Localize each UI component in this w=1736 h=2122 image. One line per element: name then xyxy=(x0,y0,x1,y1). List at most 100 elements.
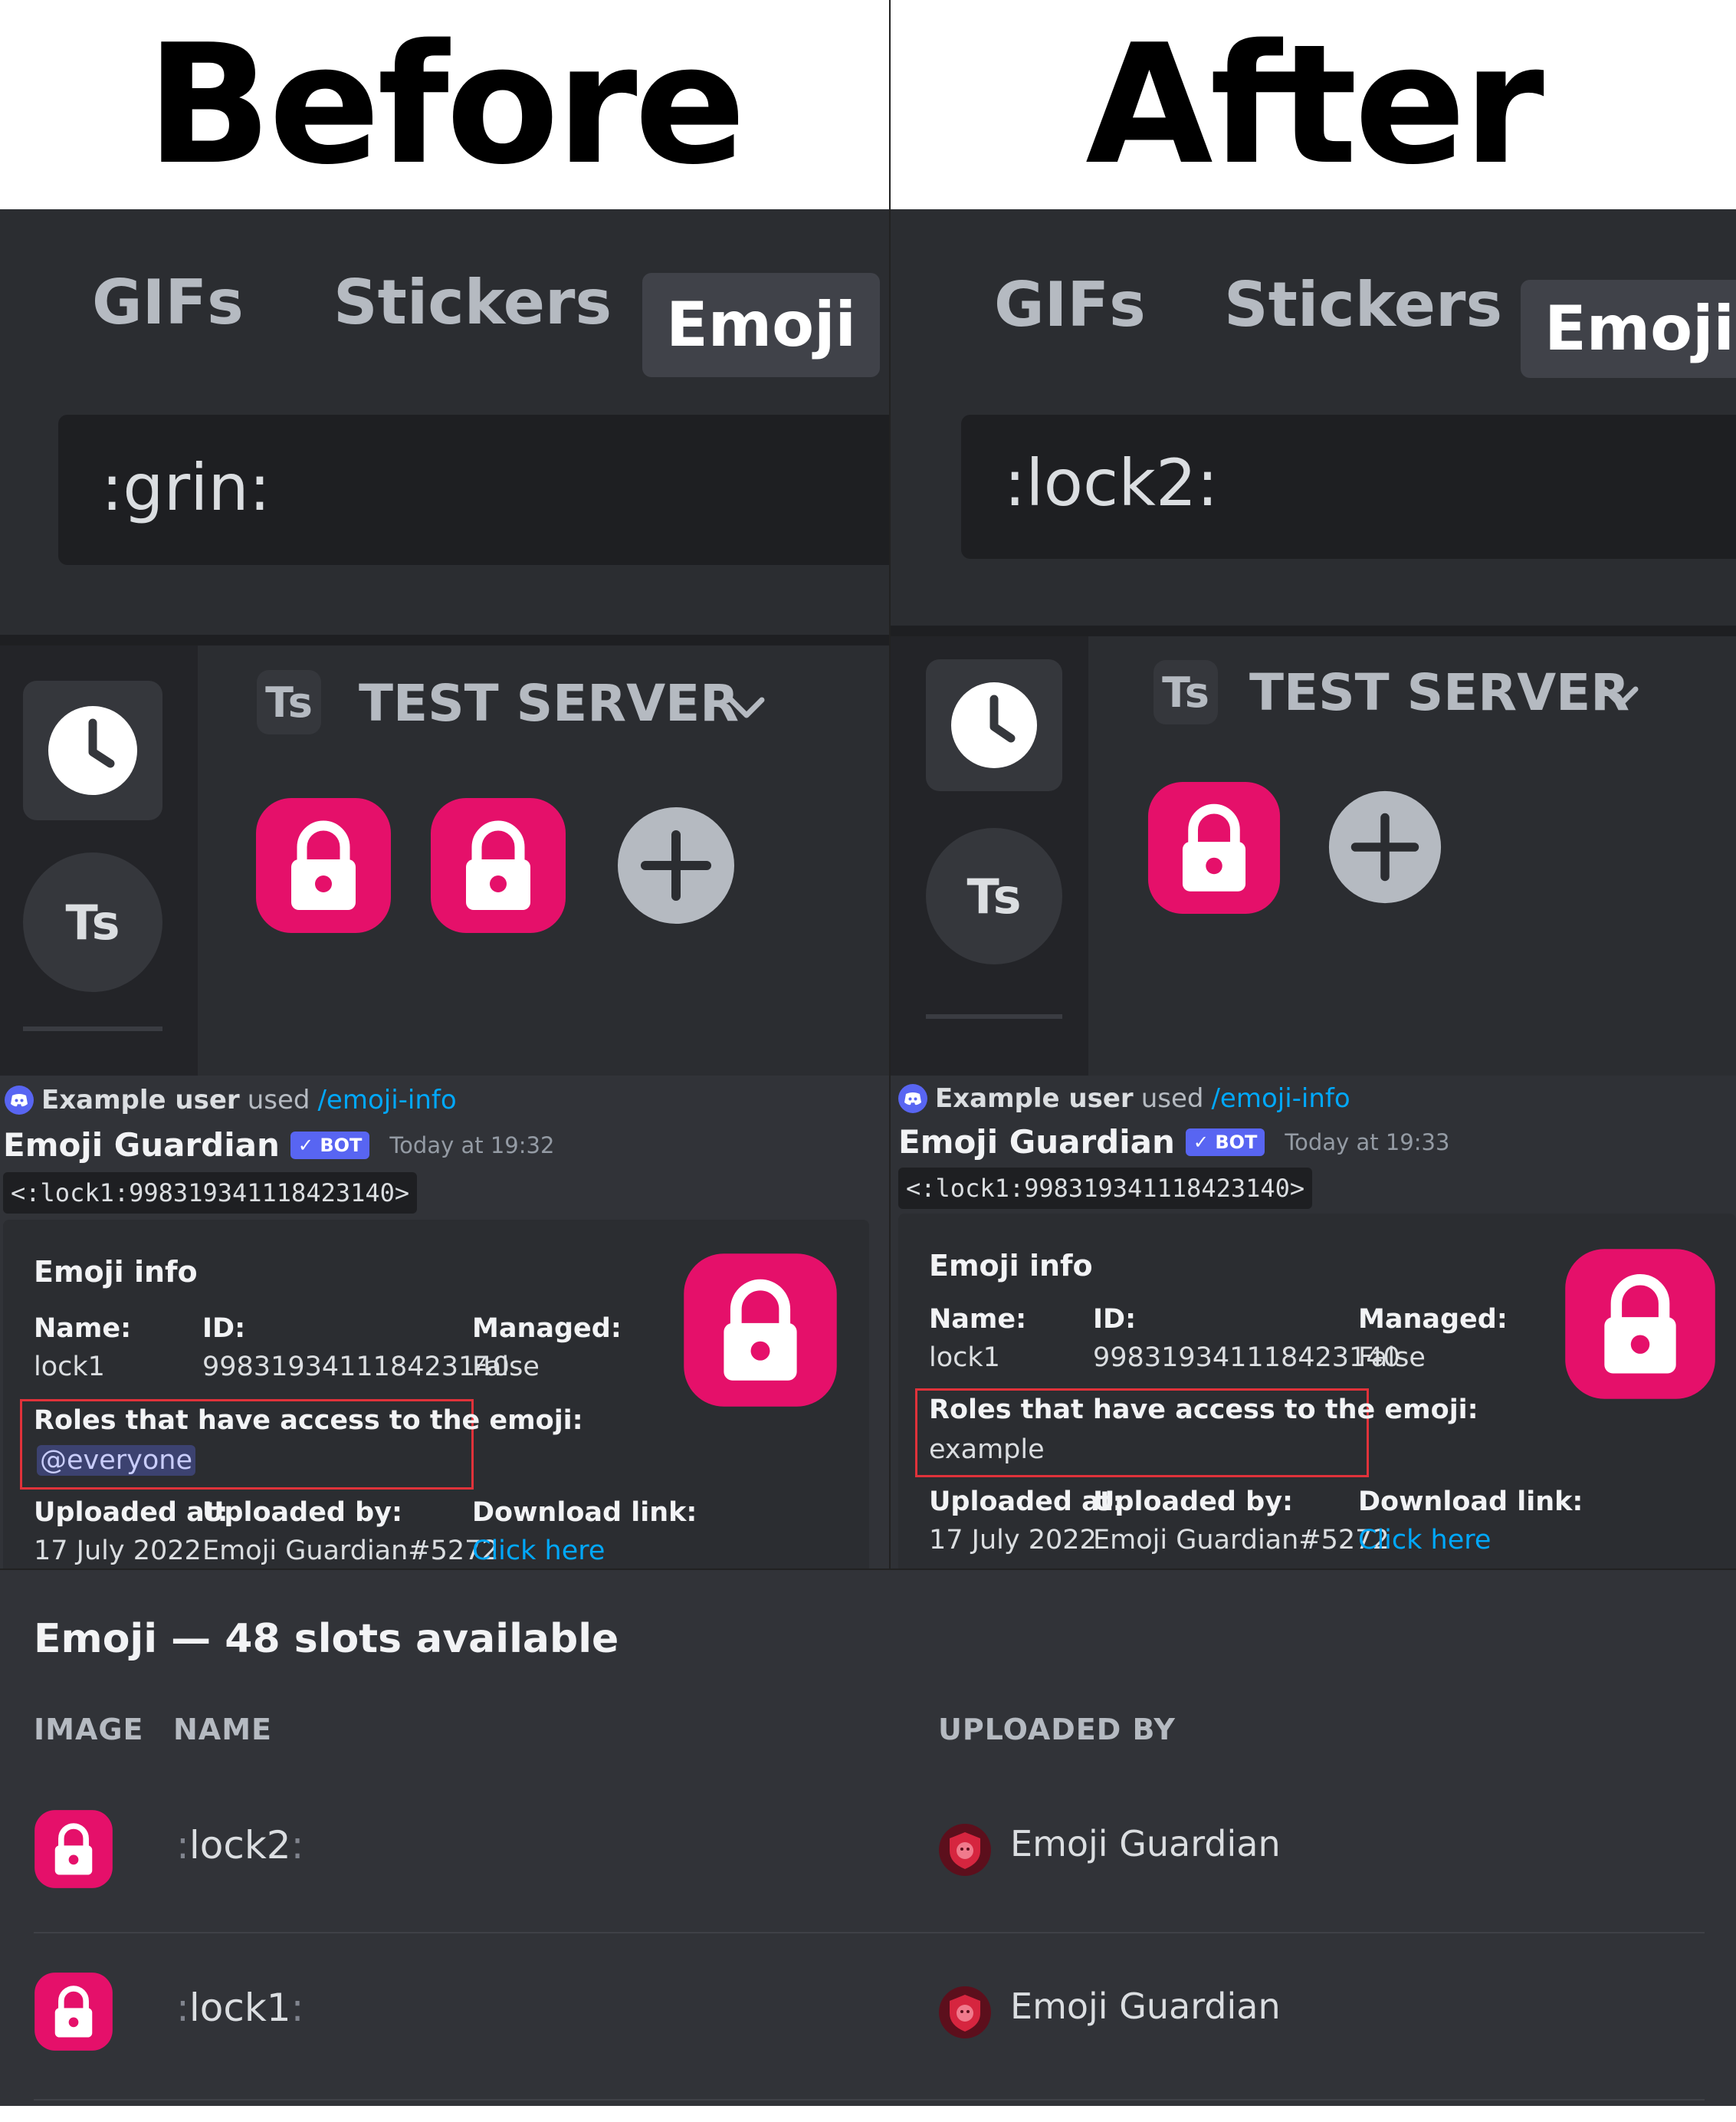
tab-stickers[interactable]: Stickers xyxy=(1224,274,1502,336)
recent-button[interactable] xyxy=(23,681,162,820)
uploaded-at-value: 17 July 2022 xyxy=(34,1536,202,1566)
search-value: :lock2: xyxy=(1004,445,1219,521)
bot-message-after: Example user used /emoji-info Emoji Guar… xyxy=(891,1076,1736,1569)
id-value: 998319341118423140 xyxy=(1093,1342,1400,1373)
lock-emoji-icon[interactable] xyxy=(429,797,567,935)
id-label: ID: xyxy=(202,1313,246,1344)
clock-icon xyxy=(951,682,1037,768)
author-line: Emoji Guardian ✓ BOT Today at 19:33 xyxy=(898,1123,1449,1161)
roles-label: Roles that have access to the emoji: xyxy=(34,1405,583,1436)
download-label: Download link: xyxy=(472,1497,697,1528)
category-rail: Ts xyxy=(0,645,198,1076)
uploaded-at-label: Uploaded at: xyxy=(34,1497,228,1528)
timestamp: Today at 19:33 xyxy=(1285,1128,1450,1155)
used-text: used xyxy=(247,1085,310,1115)
server-icon-ts[interactable]: Ts xyxy=(23,852,162,992)
command-name[interactable]: /emoji-info xyxy=(1211,1083,1350,1114)
tab-gifs[interactable]: GIFs xyxy=(92,272,244,333)
managed-value: False xyxy=(1358,1342,1426,1373)
row-divider xyxy=(34,1932,1705,1933)
vertical-divider xyxy=(889,0,891,1569)
bot-tag: ✓ BOT xyxy=(290,1131,370,1159)
bot-tag: ✓ BOT xyxy=(1185,1128,1265,1156)
lock-emoji-icon xyxy=(34,1973,113,2051)
bot-message-before: Example user used /emoji-info Emoji Guar… xyxy=(0,1076,889,1569)
search-value: :grin: xyxy=(101,450,271,525)
lock-emoji-icon xyxy=(34,1810,113,1888)
command-user[interactable]: Example user xyxy=(935,1083,1134,1114)
embed-title: Emoji info xyxy=(34,1255,198,1289)
heading-before: Before xyxy=(146,8,747,201)
tab-emoji[interactable]: Emoji xyxy=(642,273,880,377)
discord-icon xyxy=(5,1086,34,1115)
author-name[interactable]: Emoji Guardian xyxy=(3,1126,280,1164)
avatar-icon xyxy=(939,1986,991,2038)
rail-divider xyxy=(23,1027,162,1031)
server-badge: Ts xyxy=(1154,660,1218,724)
search-input[interactable]: :lock2: xyxy=(961,415,1736,559)
managed-value: False xyxy=(472,1352,540,1382)
emoji-info-embed: Emoji info Name: lock1 ID: 9983193411184… xyxy=(3,1220,869,1569)
emoji-name[interactable]: :lock1: xyxy=(176,1986,304,2030)
emoji-list-title: Emoji — 48 slots available xyxy=(34,1616,619,1662)
uploader-name: Emoji Guardian xyxy=(1010,1986,1281,2027)
tab-stickers[interactable]: Stickers xyxy=(333,272,612,333)
name-label: Name: xyxy=(34,1313,132,1344)
command-user[interactable]: Example user xyxy=(41,1085,240,1115)
managed-label: Managed: xyxy=(472,1313,622,1344)
chevron-down-icon[interactable] xyxy=(725,692,768,723)
column-header-name: NAME xyxy=(173,1713,272,1746)
divider xyxy=(891,626,1736,636)
name-value: lock1 xyxy=(34,1352,105,1382)
role-mention[interactable]: @everyone xyxy=(37,1445,196,1476)
emoji-picker-before: GIFs Stickers Emoji :grin: Ts Ts TEST SE… xyxy=(0,209,889,1076)
id-label: ID: xyxy=(1093,1304,1137,1335)
recent-button[interactable] xyxy=(926,659,1062,791)
emoji-name[interactable]: :lock2: xyxy=(176,1823,304,1867)
id-value: 998319341118423140 xyxy=(202,1352,510,1382)
column-header-uploaded-by: UPLOADED BY xyxy=(938,1713,1176,1746)
server-name[interactable]: TEST SERVER xyxy=(1249,663,1629,722)
download-label: Download link: xyxy=(1358,1486,1583,1517)
author-name[interactable]: Emoji Guardian xyxy=(898,1123,1175,1161)
lock-emoji-icon[interactable] xyxy=(1147,780,1281,915)
chevron-down-icon[interactable] xyxy=(1599,682,1642,712)
uploaded-by-label: Uploaded by: xyxy=(1093,1486,1294,1517)
horizontal-divider xyxy=(0,1569,1736,1570)
table-row[interactable]: :lock2: Emoji Guardian xyxy=(34,1800,1705,1961)
timestamp: Today at 19:32 xyxy=(389,1132,555,1158)
rail-divider xyxy=(926,1014,1062,1019)
divider xyxy=(0,635,889,645)
server-icon-ts[interactable]: Ts xyxy=(926,828,1062,964)
uploaded-at-value: 17 July 2022 xyxy=(929,1525,1097,1555)
used-text: used xyxy=(1140,1083,1204,1114)
heading-after: After xyxy=(1085,8,1544,201)
table-row[interactable]: :lock1: Emoji Guardian xyxy=(34,1961,1705,2122)
server-emoji-list: Emoji — 48 slots available IMAGE NAME UP… xyxy=(0,1570,1736,2106)
emoji-info-embed: Emoji info Name: lock1 ID: 9983193411184… xyxy=(898,1214,1736,1569)
category-rail: Ts xyxy=(891,636,1088,1076)
tab-emoji[interactable]: Emoji xyxy=(1521,280,1736,378)
managed-label: Managed: xyxy=(1358,1304,1508,1335)
clock-icon xyxy=(48,706,137,795)
download-link[interactable]: Click here xyxy=(1358,1525,1491,1555)
server-name[interactable]: TEST SERVER xyxy=(359,674,739,733)
name-label: Name: xyxy=(929,1304,1027,1335)
roles-label: Roles that have access to the emoji: xyxy=(929,1394,1478,1425)
name-value: lock1 xyxy=(929,1342,1000,1373)
row-divider xyxy=(34,2099,1705,2101)
column-header-image: IMAGE xyxy=(34,1713,144,1746)
add-icon[interactable] xyxy=(616,806,736,925)
search-input[interactable]: :grin: xyxy=(58,415,889,565)
tab-gifs[interactable]: GIFs xyxy=(994,274,1146,336)
avatar-icon xyxy=(939,1824,991,1876)
emoji-picker-after: GIFs Stickers Emoji :lock2: Ts Ts TEST S… xyxy=(891,209,1736,1076)
code-snippet: <:lock1:998319341118423140> xyxy=(3,1172,418,1214)
lock-emoji-icon[interactable] xyxy=(254,797,392,935)
command-name[interactable]: /emoji-info xyxy=(317,1085,456,1115)
add-icon[interactable] xyxy=(1327,790,1442,905)
download-link[interactable]: Click here xyxy=(472,1536,605,1566)
uploaded-by-value: Emoji Guardian#5272 xyxy=(1093,1525,1390,1555)
lock-emoji-thumbnail xyxy=(1565,1249,1715,1399)
uploader-name: Emoji Guardian xyxy=(1010,1823,1281,1864)
